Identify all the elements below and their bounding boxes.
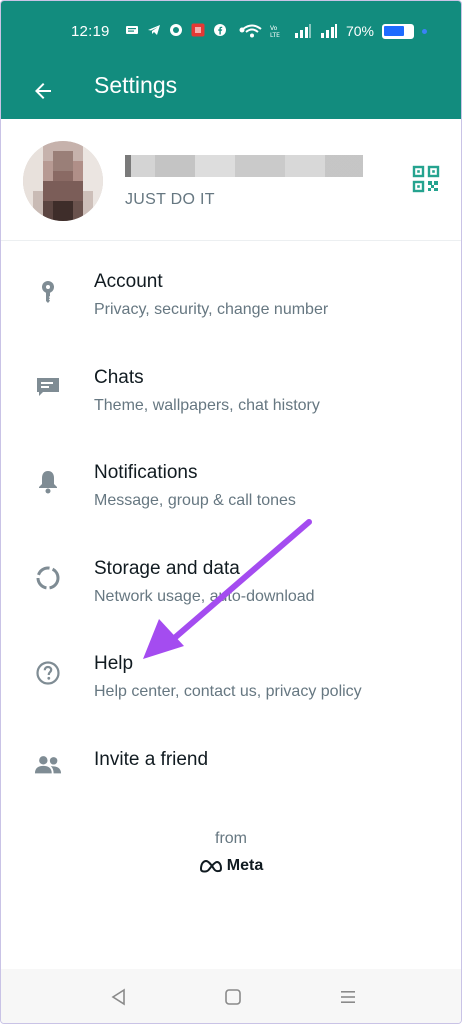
menu-item-subtitle: Network usage, auto-download [94, 587, 315, 605]
meta-brand-text: Meta [226, 857, 264, 874]
signal-icon [320, 24, 337, 38]
profile-name-redacted [125, 155, 363, 177]
system-status: Vo LTE 70% [242, 23, 427, 39]
people-icon [34, 751, 62, 779]
battery-icon [382, 23, 414, 39]
square-home-icon [225, 989, 241, 1005]
whatsapp-icon [170, 24, 182, 36]
footer-from-label: from [215, 830, 247, 847]
arrow-left-icon [35, 83, 51, 99]
page-title: Settings [94, 72, 178, 98]
phone-screen: 12:19 Vo LTE 70% Settings JUST DO IT Acc… [0, 0, 462, 1024]
menu-item-title: Notifications [94, 462, 198, 483]
system-nav-bar [1, 969, 461, 1023]
notification-icons [125, 23, 249, 37]
menu-item-subtitle: Message, group & call tones [94, 492, 296, 509]
wifi-icon [242, 24, 262, 38]
profile-status: JUST DO IT [125, 191, 215, 208]
svg-text:LTE: LTE [270, 32, 280, 38]
avatar[interactable] [23, 141, 103, 221]
menu-item-invite[interactable]: Invite a friend [1, 719, 461, 789]
menu-item-subtitle: Theme, wallpapers, chat history [94, 396, 320, 414]
menu-item-storage[interactable]: Storage and data Network usage, auto-dow… [1, 528, 461, 624]
qr-code-button[interactable] [411, 164, 441, 194]
bell-icon [34, 468, 62, 496]
facebook-icon [214, 24, 226, 36]
storage-icon [34, 564, 62, 592]
key-icon [34, 279, 62, 307]
menu-item-title: Storage and data [94, 557, 240, 579]
menu-item-title: Account [94, 271, 163, 292]
volte-icon: VoLTE [270, 25, 280, 38]
chat-icon [34, 373, 62, 401]
status-time: 12:19 [71, 23, 110, 40]
telegram-icon [148, 25, 160, 35]
menu-item-account[interactable]: Account Privacy, security, change number [1, 241, 461, 337]
settings-menu: Account Privacy, security, change number… [1, 241, 461, 789]
nav-home-button[interactable] [219, 983, 247, 1011]
menu-item-subtitle: Privacy, security, change number [94, 301, 329, 318]
nav-recents-button[interactable] [334, 983, 362, 1011]
message-icon [126, 26, 138, 34]
avatar-image [23, 141, 103, 221]
back-button[interactable] [23, 71, 63, 111]
svg-text:Vo: Vo [270, 25, 278, 32]
menu-item-chats[interactable]: Chats Theme, wallpapers, chat history [1, 337, 461, 433]
app-bar: Settings [1, 63, 461, 119]
menu-item-subtitle: Help center, contact us, privacy policy [94, 683, 362, 700]
menu-item-title: Chats [94, 366, 144, 388]
menu-item-title: Help [94, 653, 134, 674]
battery-fill [384, 25, 404, 36]
app-red-icon [191, 23, 205, 37]
qr-code-icon [412, 165, 440, 193]
battery-percent: 70% [345, 23, 374, 39]
charging-dot-icon [422, 28, 427, 34]
menu-item-title: Invite a friend [94, 748, 209, 770]
nav-back-button[interactable] [105, 983, 133, 1011]
profile-row[interactable]: JUST DO IT [1, 119, 461, 241]
triangle-back-icon [111, 988, 125, 1006]
menu-item-help[interactable]: Help Help center, contact us, privacy po… [1, 623, 461, 719]
signal-icon [294, 24, 311, 38]
menu-item-notifications[interactable]: Notifications Message, group & call tone… [1, 432, 461, 528]
meta-brand: Meta [1, 857, 461, 875]
status-bar: 12:19 Vo LTE 70% [1, 1, 461, 63]
menu-lines-icon [341, 991, 355, 1003]
meta-logo-icon [199, 859, 222, 873]
help-icon [34, 659, 62, 687]
